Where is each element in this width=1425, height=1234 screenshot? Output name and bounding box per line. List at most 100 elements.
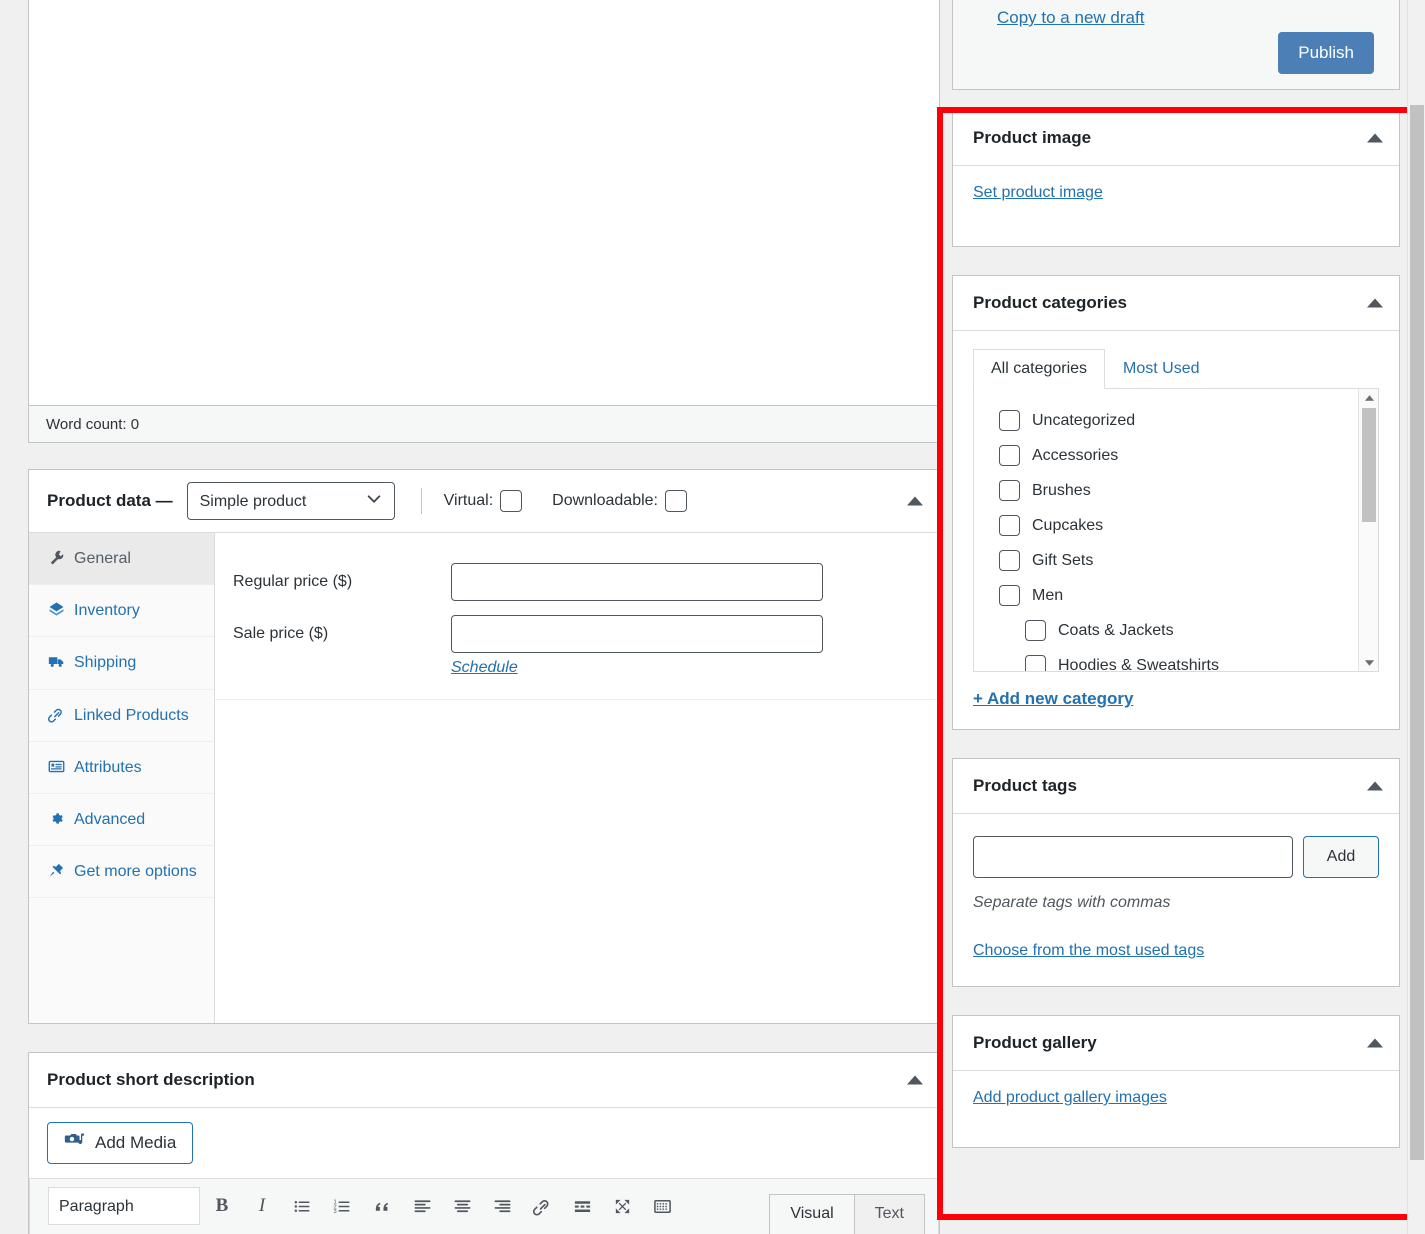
toolbar-toggle-icon[interactable] xyxy=(644,1188,680,1224)
category-item[interactable]: Gift Sets xyxy=(974,543,1378,578)
sale-price-input[interactable] xyxy=(451,615,823,653)
category-item[interactable]: Cupcakes xyxy=(974,508,1378,543)
tab-inventory[interactable]: Inventory xyxy=(29,585,214,638)
numbered-list-icon[interactable]: 123 xyxy=(324,1188,360,1224)
add-tag-button[interactable]: Add xyxy=(1303,836,1379,878)
set-product-image-link[interactable]: Set product image xyxy=(973,184,1103,202)
insert-link-icon[interactable] xyxy=(524,1188,560,1224)
virtual-checkbox-group[interactable]: Virtual: xyxy=(444,490,523,512)
copy-to-new-draft-link[interactable]: Copy to a new draft xyxy=(997,8,1144,28)
scrollbar-thumb[interactable] xyxy=(1362,408,1376,522)
align-center-icon[interactable] xyxy=(444,1188,480,1224)
category-label: Brushes xyxy=(1032,481,1091,499)
add-media-button[interactable]: Add Media xyxy=(47,1122,194,1164)
product-categories-collapse-toggle-icon[interactable] xyxy=(1367,298,1383,308)
align-right-icon[interactable] xyxy=(484,1188,520,1224)
category-item[interactable]: Uncategorized xyxy=(974,403,1378,438)
downloadable-label: Downloadable: xyxy=(552,492,658,509)
product-categories-body: All categories Most Used Uncategorized A… xyxy=(953,331,1399,729)
category-checkbox[interactable] xyxy=(999,515,1020,536)
add-new-category-link[interactable]: + Add new category xyxy=(973,689,1133,709)
product-categories-title: Product categories xyxy=(973,293,1127,312)
choose-most-used-tags-link[interactable]: Choose from the most used tags xyxy=(973,942,1204,960)
add-media-label: Add Media xyxy=(95,1133,177,1152)
regular-price-input[interactable] xyxy=(451,563,823,601)
tab-get-more-options[interactable]: Get more options xyxy=(29,846,214,899)
product-categories-box: Product categories All categories Most U… xyxy=(952,275,1400,730)
short-description-collapse-toggle-icon[interactable] xyxy=(907,1075,923,1085)
category-item[interactable]: Coats & Jackets xyxy=(974,613,1378,648)
tag-input[interactable] xyxy=(973,836,1293,878)
category-item[interactable]: Hoodies & Sweatshirts xyxy=(974,648,1378,671)
virtual-checkbox[interactable] xyxy=(500,490,523,512)
gear-icon xyxy=(47,810,65,827)
tab-linked-products[interactable]: Linked Products xyxy=(29,690,214,742)
schedule-link[interactable]: Schedule xyxy=(451,659,518,677)
product-data-collapse-toggle-icon[interactable] xyxy=(907,496,923,506)
product-gallery-box: Product gallery Add product gallery imag… xyxy=(952,1015,1400,1148)
category-list: Uncategorized Accessories Brushes Cupcak… xyxy=(974,389,1378,671)
product-gallery-header: Product gallery xyxy=(953,1016,1399,1071)
align-left-icon[interactable] xyxy=(404,1188,440,1224)
category-item[interactable]: Men xyxy=(974,578,1378,613)
product-tags-collapse-toggle-icon[interactable] xyxy=(1367,781,1383,791)
category-checkbox[interactable] xyxy=(999,585,1020,606)
product-data-body: General Inventory Shipping Linked Produc… xyxy=(29,533,939,1023)
tab-most-used[interactable]: Most Used xyxy=(1105,349,1217,389)
tab-linked-products-label: Linked Products xyxy=(74,706,189,724)
tab-shipping[interactable]: Shipping xyxy=(29,637,214,690)
category-checkbox[interactable] xyxy=(999,550,1020,571)
scroll-down-arrow-icon[interactable] xyxy=(1359,654,1378,671)
description-editor-area[interactable] xyxy=(28,0,940,406)
main-content-column: Word count: 0 Product data — Simple prod… xyxy=(28,0,940,1234)
publish-button[interactable]: Publish xyxy=(1278,32,1374,74)
category-checkbox[interactable] xyxy=(1025,620,1046,641)
bulleted-list-icon[interactable] xyxy=(284,1188,320,1224)
category-label: Coats & Jackets xyxy=(1058,621,1174,639)
category-checkbox[interactable] xyxy=(999,445,1020,466)
product-image-box: Product image Set product image xyxy=(952,110,1400,247)
tab-visual[interactable]: Visual xyxy=(769,1194,855,1234)
product-type-select-wrapper[interactable]: Simple product xyxy=(186,482,395,520)
product-image-collapse-toggle-icon[interactable] xyxy=(1367,133,1383,143)
scroll-up-arrow-icon[interactable] xyxy=(1359,389,1378,406)
paragraph-format-select[interactable]: Paragraph xyxy=(48,1187,200,1225)
wrench-icon xyxy=(47,549,65,566)
blockquote-icon[interactable] xyxy=(364,1188,400,1224)
page-scrollbar[interactable] xyxy=(1407,0,1425,1234)
product-edit-screen: Word count: 0 Product data — Simple prod… xyxy=(0,0,1425,1234)
fullscreen-icon[interactable] xyxy=(604,1188,640,1224)
product-data-tab-list: General Inventory Shipping Linked Produc… xyxy=(29,533,215,1023)
italic-icon[interactable]: I xyxy=(244,1188,280,1224)
read-more-icon[interactable] xyxy=(564,1188,600,1224)
category-item[interactable]: Accessories xyxy=(974,438,1378,473)
product-type-select[interactable]: Simple product xyxy=(186,482,395,520)
page-scrollbar-thumb[interactable] xyxy=(1410,105,1424,1160)
category-list-scroll-area[interactable]: Uncategorized Accessories Brushes Cupcak… xyxy=(973,389,1379,672)
bold-icon[interactable]: B xyxy=(204,1188,240,1224)
tag-entry-row: Add xyxy=(973,836,1379,878)
editor-mode-tabs: Visual Text xyxy=(769,1194,925,1234)
category-checkbox[interactable] xyxy=(999,410,1020,431)
category-label: Uncategorized xyxy=(1032,411,1136,429)
tab-text[interactable]: Text xyxy=(853,1194,925,1234)
truck-icon xyxy=(47,653,65,670)
downloadable-checkbox[interactable] xyxy=(665,490,687,512)
inventory-icon xyxy=(47,601,65,618)
word-count-label: Word count: 0 xyxy=(46,416,140,433)
add-product-gallery-images-link[interactable]: Add product gallery images xyxy=(973,1089,1167,1107)
word-count-bar: Word count: 0 xyxy=(28,406,940,443)
tab-all-categories[interactable]: All categories xyxy=(973,349,1106,389)
media-icon xyxy=(64,1130,85,1156)
category-checkbox[interactable] xyxy=(999,480,1020,501)
downloadable-checkbox-group[interactable]: Downloadable: xyxy=(552,490,687,512)
tab-general[interactable]: General xyxy=(29,533,214,586)
tab-attributes[interactable]: Attributes xyxy=(29,742,214,794)
category-item[interactable]: Brushes xyxy=(974,473,1378,508)
plugin-icon xyxy=(47,862,65,879)
category-list-scrollbar[interactable] xyxy=(1358,389,1378,671)
category-checkbox[interactable] xyxy=(1025,655,1046,671)
product-gallery-collapse-toggle-icon[interactable] xyxy=(1367,1038,1383,1048)
panel-divider xyxy=(215,699,939,700)
tab-advanced[interactable]: Advanced xyxy=(29,794,214,847)
